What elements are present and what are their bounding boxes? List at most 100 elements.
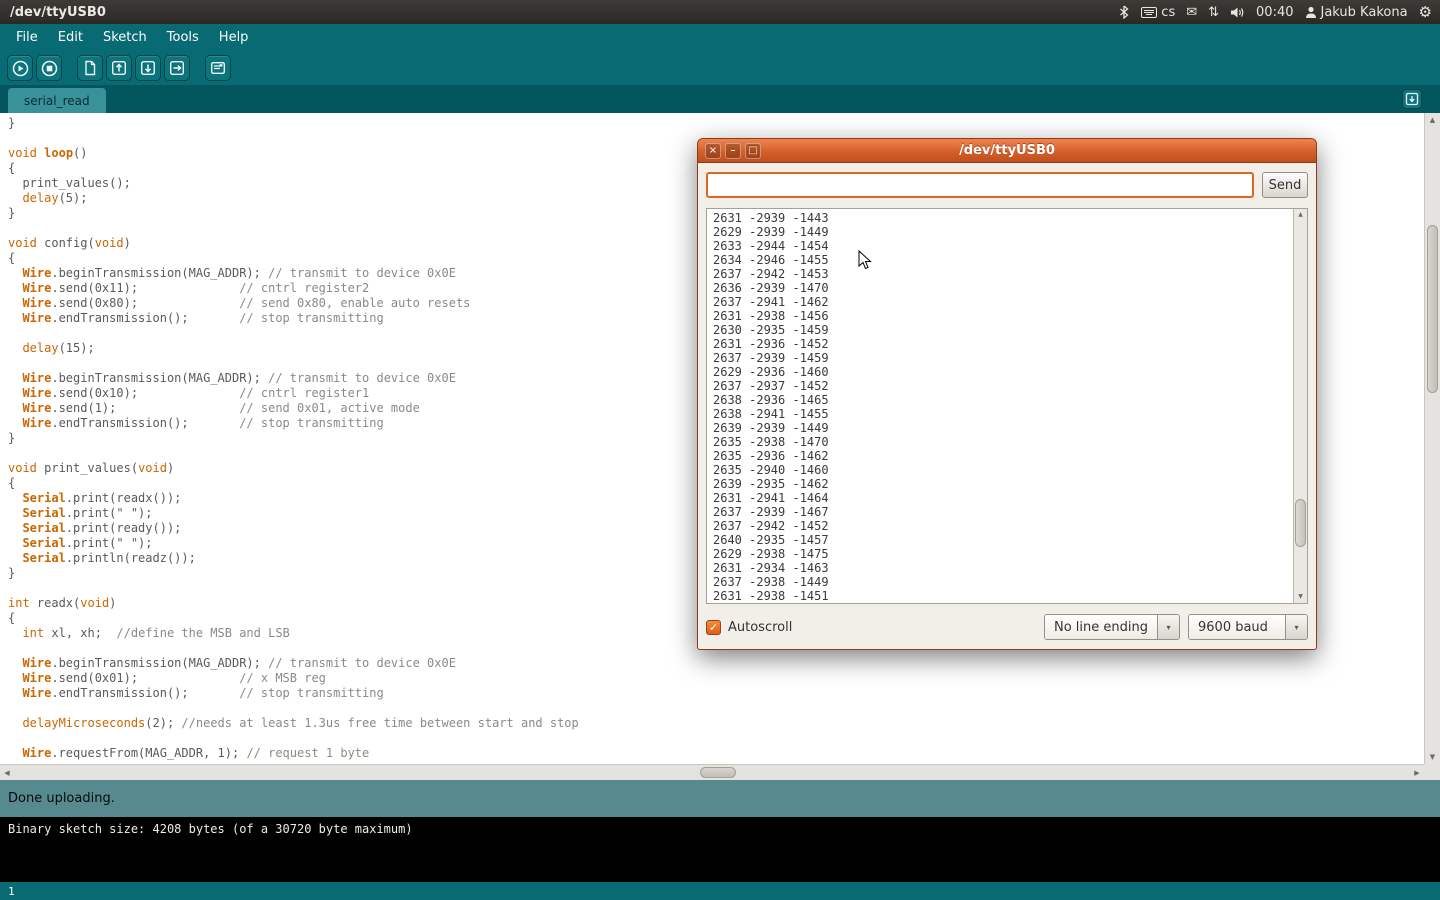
horizontal-scroll-thumb[interactable]: [700, 767, 736, 778]
code-line: [8, 731, 1424, 746]
serial-output-area: 2631 -2939 -14432629 -2939 -14492633 -29…: [706, 208, 1308, 604]
line-ending-dropdown[interactable]: No line ending ▾: [1044, 614, 1180, 640]
autoscroll-label[interactable]: Autoscroll: [728, 620, 792, 635]
serial-line: 2631 -2939 -1443: [713, 211, 1291, 225]
toolbar: [0, 51, 1440, 85]
serial-line: 2637 -2937 -1452: [713, 379, 1291, 393]
serial-line: 2634 -2946 -1455: [713, 253, 1291, 267]
mouse-cursor-icon: [858, 250, 872, 274]
serial-line: 2640 -2935 -1457: [713, 533, 1291, 547]
autoscroll-checkbox[interactable]: ✓: [706, 620, 721, 635]
status-bar: Done uploading.: [0, 780, 1440, 817]
tabstrip: serial_read: [0, 85, 1440, 113]
code-line: }: [8, 116, 1424, 131]
tab-serial-read[interactable]: serial_read: [8, 88, 106, 113]
menu-item-tools[interactable]: Tools: [157, 26, 209, 49]
save-sketch-button[interactable]: [135, 55, 161, 81]
editor-horizontal-scrollbar[interactable]: ◀ ▶: [0, 764, 1424, 780]
close-icon[interactable]: ×: [705, 143, 721, 159]
serial-line: 2637 -2942 -1452: [713, 519, 1291, 533]
chevron-down-icon[interactable]: ▾: [1157, 615, 1179, 639]
footer-bar: 1: [0, 882, 1440, 900]
code-line: Wire.requestFrom(MAG_ADDR, 1); // reques…: [8, 746, 1424, 761]
scroll-up-icon[interactable]: ▲: [1425, 113, 1440, 127]
serial-line: 2630 -2935 -1459: [713, 323, 1291, 337]
serial-line: 2629 -2938 -1475: [713, 547, 1291, 561]
serial-line: 2637 -2942 -1453: [713, 267, 1291, 281]
serial-window-title: /dev/ttyUSB0: [959, 143, 1055, 158]
serial-line: 2638 -2936 -1465: [713, 393, 1291, 407]
scroll-right-icon[interactable]: ▶: [1410, 765, 1424, 780]
menu-item-file[interactable]: File: [6, 26, 48, 49]
baud-rate-value: 9600 baud: [1189, 615, 1285, 639]
serial-scrollbar[interactable]: ▲ ▼: [1293, 209, 1307, 603]
serial-line: 2631 -2938 -1456: [713, 309, 1291, 323]
serial-line: 2636 -2939 -1470: [713, 281, 1291, 295]
scroll-down-icon[interactable]: ▼: [1425, 750, 1440, 764]
panel-window-title: /dev/ttyUSB0: [10, 5, 106, 20]
bluetooth-icon[interactable]: [1118, 5, 1130, 19]
menu-item-edit[interactable]: Edit: [48, 26, 93, 49]
serial-line: 2631 -2936 -1452: [713, 337, 1291, 351]
menu-item-sketch[interactable]: Sketch: [93, 26, 157, 49]
serial-send-input[interactable]: [706, 172, 1254, 198]
maximize-icon[interactable]: □: [745, 143, 761, 159]
scrollbar-corner: [1424, 764, 1440, 780]
code-line: Wire.send(0x01); // x MSB reg: [8, 671, 1424, 686]
screen: /dev/ttyUSB0 cs ✉ ⇅ 00:40 Jakub Kakona ⚙…: [0, 0, 1440, 900]
open-sketch-button[interactable]: [106, 55, 132, 81]
serial-line: 2631 -2941 -1464: [713, 491, 1291, 505]
vertical-scroll-thumb[interactable]: [1427, 225, 1438, 393]
panel-indicators: cs ✉ ⇅ 00:40 Jakub Kakona ⚙: [1118, 5, 1432, 20]
serial-monitor-button[interactable]: [205, 55, 231, 81]
console-text: Binary sketch size: 4208 bytes (of a 307…: [8, 822, 413, 836]
upload-button[interactable]: [164, 55, 190, 81]
menu-item-help[interactable]: Help: [209, 26, 259, 49]
serial-line: 2637 -2938 -1449: [713, 575, 1291, 589]
serial-line: 2629 -2936 -1460: [713, 365, 1291, 379]
stop-button[interactable]: [36, 55, 62, 81]
serial-line: 2631 -2934 -1463: [713, 561, 1291, 575]
serial-line: 2637 -2939 -1459: [713, 351, 1291, 365]
serial-output-lines: 2631 -2939 -14432629 -2939 -14492633 -29…: [709, 211, 1291, 601]
code-line: delayMicroseconds(2); //needs at least 1…: [8, 716, 1424, 731]
volume-icon[interactable]: [1230, 6, 1245, 19]
baud-rate-dropdown[interactable]: 9600 baud ▾: [1188, 614, 1308, 640]
tab-menu-button[interactable]: [1402, 89, 1422, 109]
keyboard-layout-indicator[interactable]: cs: [1141, 5, 1175, 20]
new-sketch-button[interactable]: [77, 55, 103, 81]
scroll-left-icon[interactable]: ◀: [0, 765, 14, 780]
console-output: Binary sketch size: 4208 bytes (of a 307…: [0, 817, 1440, 882]
serial-line: 2631 -2938 -1451: [713, 589, 1291, 601]
line-number-indicator: 1: [8, 885, 15, 898]
serial-line: 2635 -2940 -1460: [713, 463, 1291, 477]
keyboard-layout-label: cs: [1161, 5, 1175, 20]
status-message: Done uploading.: [8, 791, 115, 806]
serial-window-titlebar[interactable]: × – □ /dev/ttyUSB0: [698, 139, 1316, 163]
chevron-down-icon[interactable]: ▾: [1285, 615, 1307, 639]
serial-line: 2638 -2941 -1455: [713, 407, 1291, 421]
scroll-down-icon[interactable]: ▼: [1294, 591, 1307, 603]
serial-input-row: Send: [706, 172, 1308, 198]
power-gear-icon[interactable]: ⚙: [1419, 5, 1432, 20]
send-button[interactable]: Send: [1262, 172, 1308, 198]
user-indicator[interactable]: Jakub Kakona: [1305, 5, 1408, 20]
serial-line: 2635 -2936 -1462: [713, 449, 1291, 463]
clock-indicator[interactable]: 00:40: [1256, 5, 1293, 20]
code-line: Wire.endTransmission(); // stop transmit…: [8, 686, 1424, 701]
window-buttons: × – □: [705, 143, 761, 159]
serial-line: 2629 -2939 -1449: [713, 225, 1291, 239]
system-top-panel: /dev/ttyUSB0 cs ✉ ⇅ 00:40 Jakub Kakona ⚙: [0, 0, 1440, 24]
menubar: FileEditSketchToolsHelp: [0, 24, 1440, 51]
mail-icon[interactable]: ✉: [1186, 6, 1197, 19]
minimize-icon[interactable]: –: [725, 143, 741, 159]
scroll-up-icon[interactable]: ▲: [1294, 209, 1307, 221]
verify-button[interactable]: [7, 55, 33, 81]
serial-window-body: Send 2631 -2939 -14432629 -2939 -1449263…: [698, 163, 1316, 650]
serial-line: 2637 -2939 -1467: [713, 505, 1291, 519]
editor-vertical-scrollbar[interactable]: ▲ ▼: [1424, 113, 1440, 764]
network-transfer-icon[interactable]: ⇅: [1208, 6, 1219, 19]
serial-line: 2639 -2935 -1462: [713, 477, 1291, 491]
serial-scroll-thumb[interactable]: [1295, 499, 1306, 547]
line-ending-value: No line ending: [1045, 615, 1157, 639]
